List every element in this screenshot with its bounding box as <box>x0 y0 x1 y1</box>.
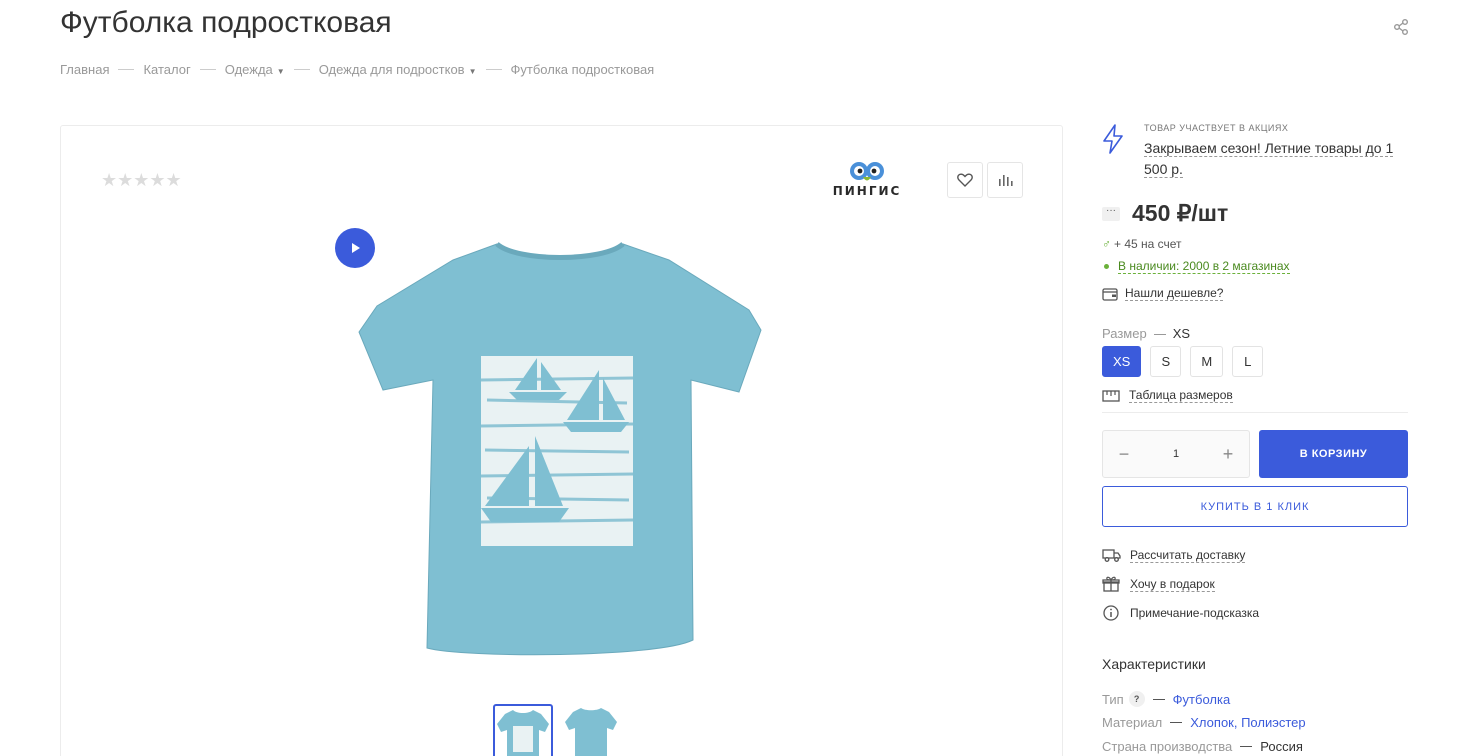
brand-owl-icon <box>850 162 884 181</box>
breadcrumb-teen-clothes[interactable]: Одежда для подростков ▼ <box>319 62 477 77</box>
wallet-icon <box>1102 287 1118 301</box>
size-options: XS S M L <box>1102 346 1264 377</box>
size-label: Размер XS <box>1102 326 1190 341</box>
size-table-link[interactable]: Таблица размеров <box>1102 388 1233 403</box>
characteristic-dash <box>1170 722 1183 723</box>
characteristic-value: Россия <box>1260 739 1303 754</box>
thumbnail-front-image <box>497 710 549 756</box>
rating-stars[interactable]: ★★★★★ <box>101 170 182 191</box>
characteristic-row: Страна производства Россия <box>1102 739 1303 754</box>
buy-one-click-button[interactable]: КУПИТЬ В 1 КЛИК <box>1102 486 1408 527</box>
brand-logo[interactable]: ПИНГИС <box>827 160 907 204</box>
quantity-value[interactable]: 1 <box>1173 448 1179 460</box>
size-option-l[interactable]: L <box>1232 346 1264 377</box>
bonus-text: + 45 на счет <box>1114 237 1182 251</box>
heart-icon <box>957 173 973 187</box>
characteristic-row: Материал Хлопок, Полиэстер <box>1102 715 1306 730</box>
stock-dot-icon <box>1104 264 1109 269</box>
breadcrumb-teen-clothes-label: Одежда для подростков <box>318 62 465 77</box>
info-icon <box>1103 605 1119 621</box>
breadcrumb-separator <box>118 69 135 70</box>
size-dash <box>1153 334 1166 336</box>
caret-down-icon: ▼ <box>276 67 285 76</box>
promo-link-text: Закрываем сезон! Летние товары до 1 500 … <box>1144 140 1394 178</box>
breadcrumb-current: Футболка подростковая <box>510 62 655 77</box>
divider <box>1102 412 1408 413</box>
wish-gift-link[interactable]: Хочу в подарок <box>1102 576 1215 592</box>
found-cheaper-label: Нашли дешевле? <box>1125 286 1224 301</box>
compare-icon <box>999 175 1013 186</box>
breadcrumb: Главная Каталог Одежда ▼ Одежда для подро… <box>60 62 654 77</box>
size-option-xs[interactable]: XS <box>1102 346 1142 377</box>
bonus-info: ♂ + 45 на счет <box>1102 237 1182 251</box>
calculate-delivery-label: Рассчитать доставку <box>1130 547 1246 563</box>
characteristic-value[interactable]: Хлопок, Полиэстер <box>1190 715 1305 730</box>
quantity-plus-button[interactable]: + <box>1221 444 1235 465</box>
wish-gift-label: Хочу в подарок <box>1130 576 1215 592</box>
lightning-icon <box>1103 124 1123 154</box>
breadcrumb-separator <box>293 69 310 70</box>
characteristic-row: Тип ? Футболка <box>1102 691 1230 707</box>
characteristic-key: Страна производства <box>1102 739 1233 754</box>
bonus-icon: ♂ <box>1102 237 1111 251</box>
promo-label: Товар участвует в акциях <box>1144 123 1289 133</box>
calculate-delivery-link[interactable]: Рассчитать доставку <box>1102 547 1246 563</box>
found-cheaper-link[interactable]: Нашли дешевле? <box>1102 286 1224 301</box>
breadcrumb-catalog[interactable]: Каталог <box>143 62 190 77</box>
add-to-cart-button[interactable]: В КОРЗИНУ <box>1259 430 1408 478</box>
share-icon[interactable] <box>1391 17 1411 37</box>
quantity-minus-button[interactable]: − <box>1117 444 1131 465</box>
quantity-stepper: − 1 + <box>1102 430 1250 478</box>
thumbnail-back-image <box>565 708 617 756</box>
product-gallery: ★★★★★ ПИНГИС <box>60 125 1063 756</box>
help-icon[interactable]: ? <box>1128 691 1145 707</box>
thumbnail-front[interactable] <box>493 704 553 756</box>
caret-down-icon: ▼ <box>468 67 477 76</box>
breadcrumb-clothes-label: Одежда <box>224 62 273 77</box>
price-row: ··· 450 ₽/шт <box>1102 200 1228 227</box>
product-image[interactable] <box>357 240 763 666</box>
thumbnail-back[interactable] <box>561 704 621 756</box>
compare-button[interactable] <box>987 162 1023 198</box>
size-current: XS <box>1172 326 1191 341</box>
characteristic-dash <box>1152 698 1165 700</box>
characteristic-key: Материал <box>1102 715 1163 730</box>
favorite-button[interactable] <box>947 162 983 198</box>
characteristics-title: Характеристики <box>1102 656 1206 672</box>
characteristic-dash <box>1240 746 1253 747</box>
gift-icon <box>1102 576 1120 592</box>
breadcrumb-separator <box>199 69 216 70</box>
size-label-text: Размер <box>1102 326 1147 341</box>
breadcrumb-separator <box>485 69 502 70</box>
characteristic-value[interactable]: Футболка <box>1173 692 1231 707</box>
promo-link[interactable]: Закрываем сезон! Летние товары до 1 500 … <box>1144 138 1394 180</box>
stock-status: В наличии: 2000 в 2 магазинах <box>1102 259 1290 274</box>
size-option-m[interactable]: M <box>1190 346 1224 377</box>
size-option-s[interactable]: S <box>1150 346 1182 377</box>
price-value: 450 ₽/шт <box>1132 200 1229 226</box>
breadcrumb-home[interactable]: Главная <box>60 62 109 77</box>
stock-link[interactable]: В наличии: 2000 в 2 магазинах <box>1118 259 1290 274</box>
truck-icon <box>1102 549 1121 562</box>
hint-note[interactable]: Примечание-подсказка <box>1102 605 1259 621</box>
brand-name: ПИНГИС <box>832 184 902 198</box>
hint-note-label: Примечание-подсказка <box>1130 606 1260 620</box>
characteristic-key: Тип <box>1102 691 1124 707</box>
page-title: Футболка подростковая <box>60 6 392 39</box>
breadcrumb-clothes[interactable]: Одежда ▼ <box>225 62 285 77</box>
price-more-button[interactable]: ··· <box>1102 205 1120 221</box>
ruler-icon <box>1102 389 1120 402</box>
size-table-label: Таблица размеров <box>1129 388 1233 403</box>
